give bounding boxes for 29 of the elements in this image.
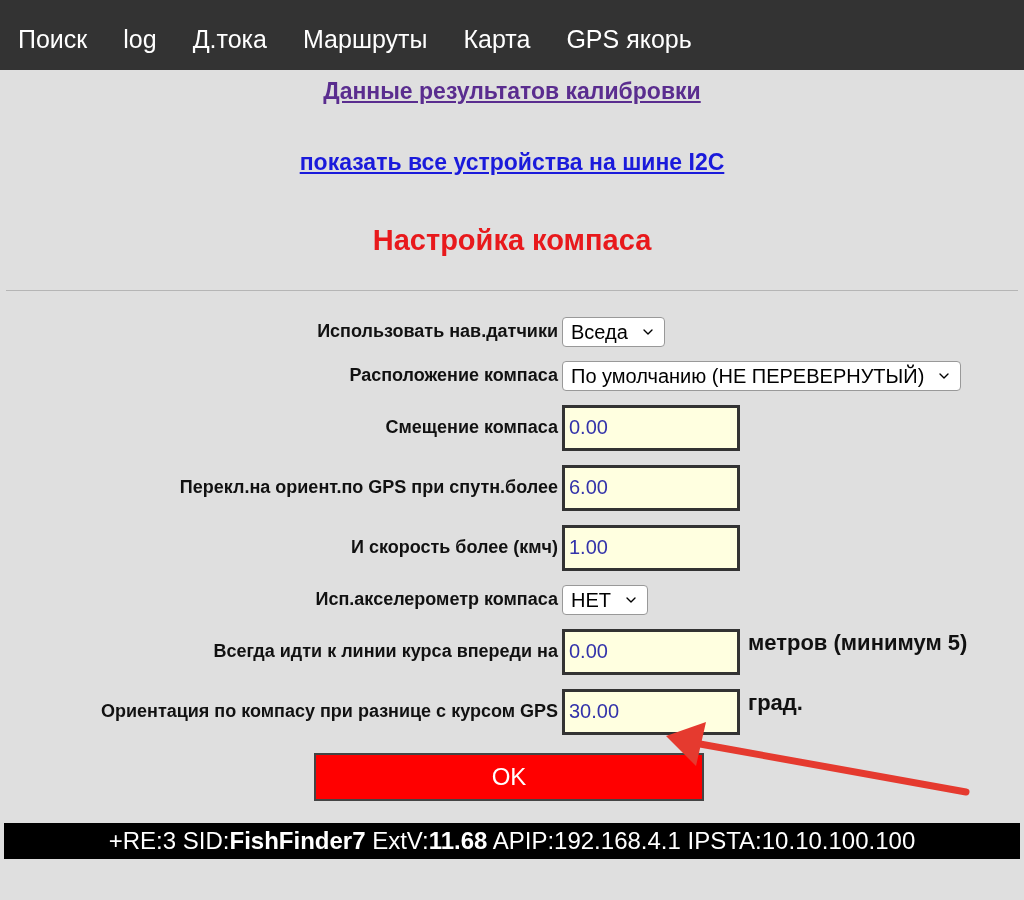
input-field[interactable]: 0.00 (562, 404, 740, 451)
dropdown[interactable]: НЕТ (562, 584, 648, 615)
field-label: Смещение компаса (385, 417, 558, 437)
field-label: Использовать нав.датчики (317, 321, 558, 341)
status-text: +RE:3 SID:FishFinder7 ExtV:11.68 APIP:192.168.4.1 IPSTA:10.10.100.100 (108, 825, 916, 856)
field-label: Исп.акселерометр компаса (315, 589, 558, 609)
field-label: Перекл.на ориент.по GPS при спутн.более (179, 477, 558, 497)
link[interactable]: показать все устройства на шине I2C (299, 144, 725, 179)
field-label: Всегда идти к линии курса впереди на (213, 641, 558, 661)
nav-link[interactable]: Маршруты (303, 20, 428, 58)
page-heading: Настройка компаса (372, 223, 652, 258)
input-field[interactable]: 30.00 (562, 688, 740, 735)
unit-label: град. (748, 689, 803, 715)
nav-link[interactable]: log (123, 20, 157, 58)
link[interactable]: Данные результатов калибровки (323, 74, 701, 109)
nav-link[interactable]: GPS якорь (566, 20, 692, 58)
input-field[interactable]: 6.00 (562, 464, 740, 511)
input-field[interactable]: 0.00 (562, 628, 740, 675)
field-label: Ориентация по компасу при разнице с курсом GPS (100, 701, 558, 721)
ok-button[interactable]: OK (314, 752, 704, 801)
field-label: Расположение компаса (349, 365, 558, 385)
input-field[interactable]: 1.00 (562, 524, 740, 571)
field-label: И скорость более (кмч) (351, 537, 558, 557)
nav-link[interactable]: Карта (463, 20, 531, 58)
dropdown[interactable]: По умолчанию (НЕ ПЕРЕВЕРНУТЫЙ) (562, 360, 962, 391)
nav-link[interactable]: Поиск (18, 20, 88, 58)
dropdown[interactable]: Вседа (562, 316, 665, 347)
nav-link[interactable]: Д.тока (192, 20, 267, 58)
unit-label: метров (минимум 5) (748, 629, 968, 655)
